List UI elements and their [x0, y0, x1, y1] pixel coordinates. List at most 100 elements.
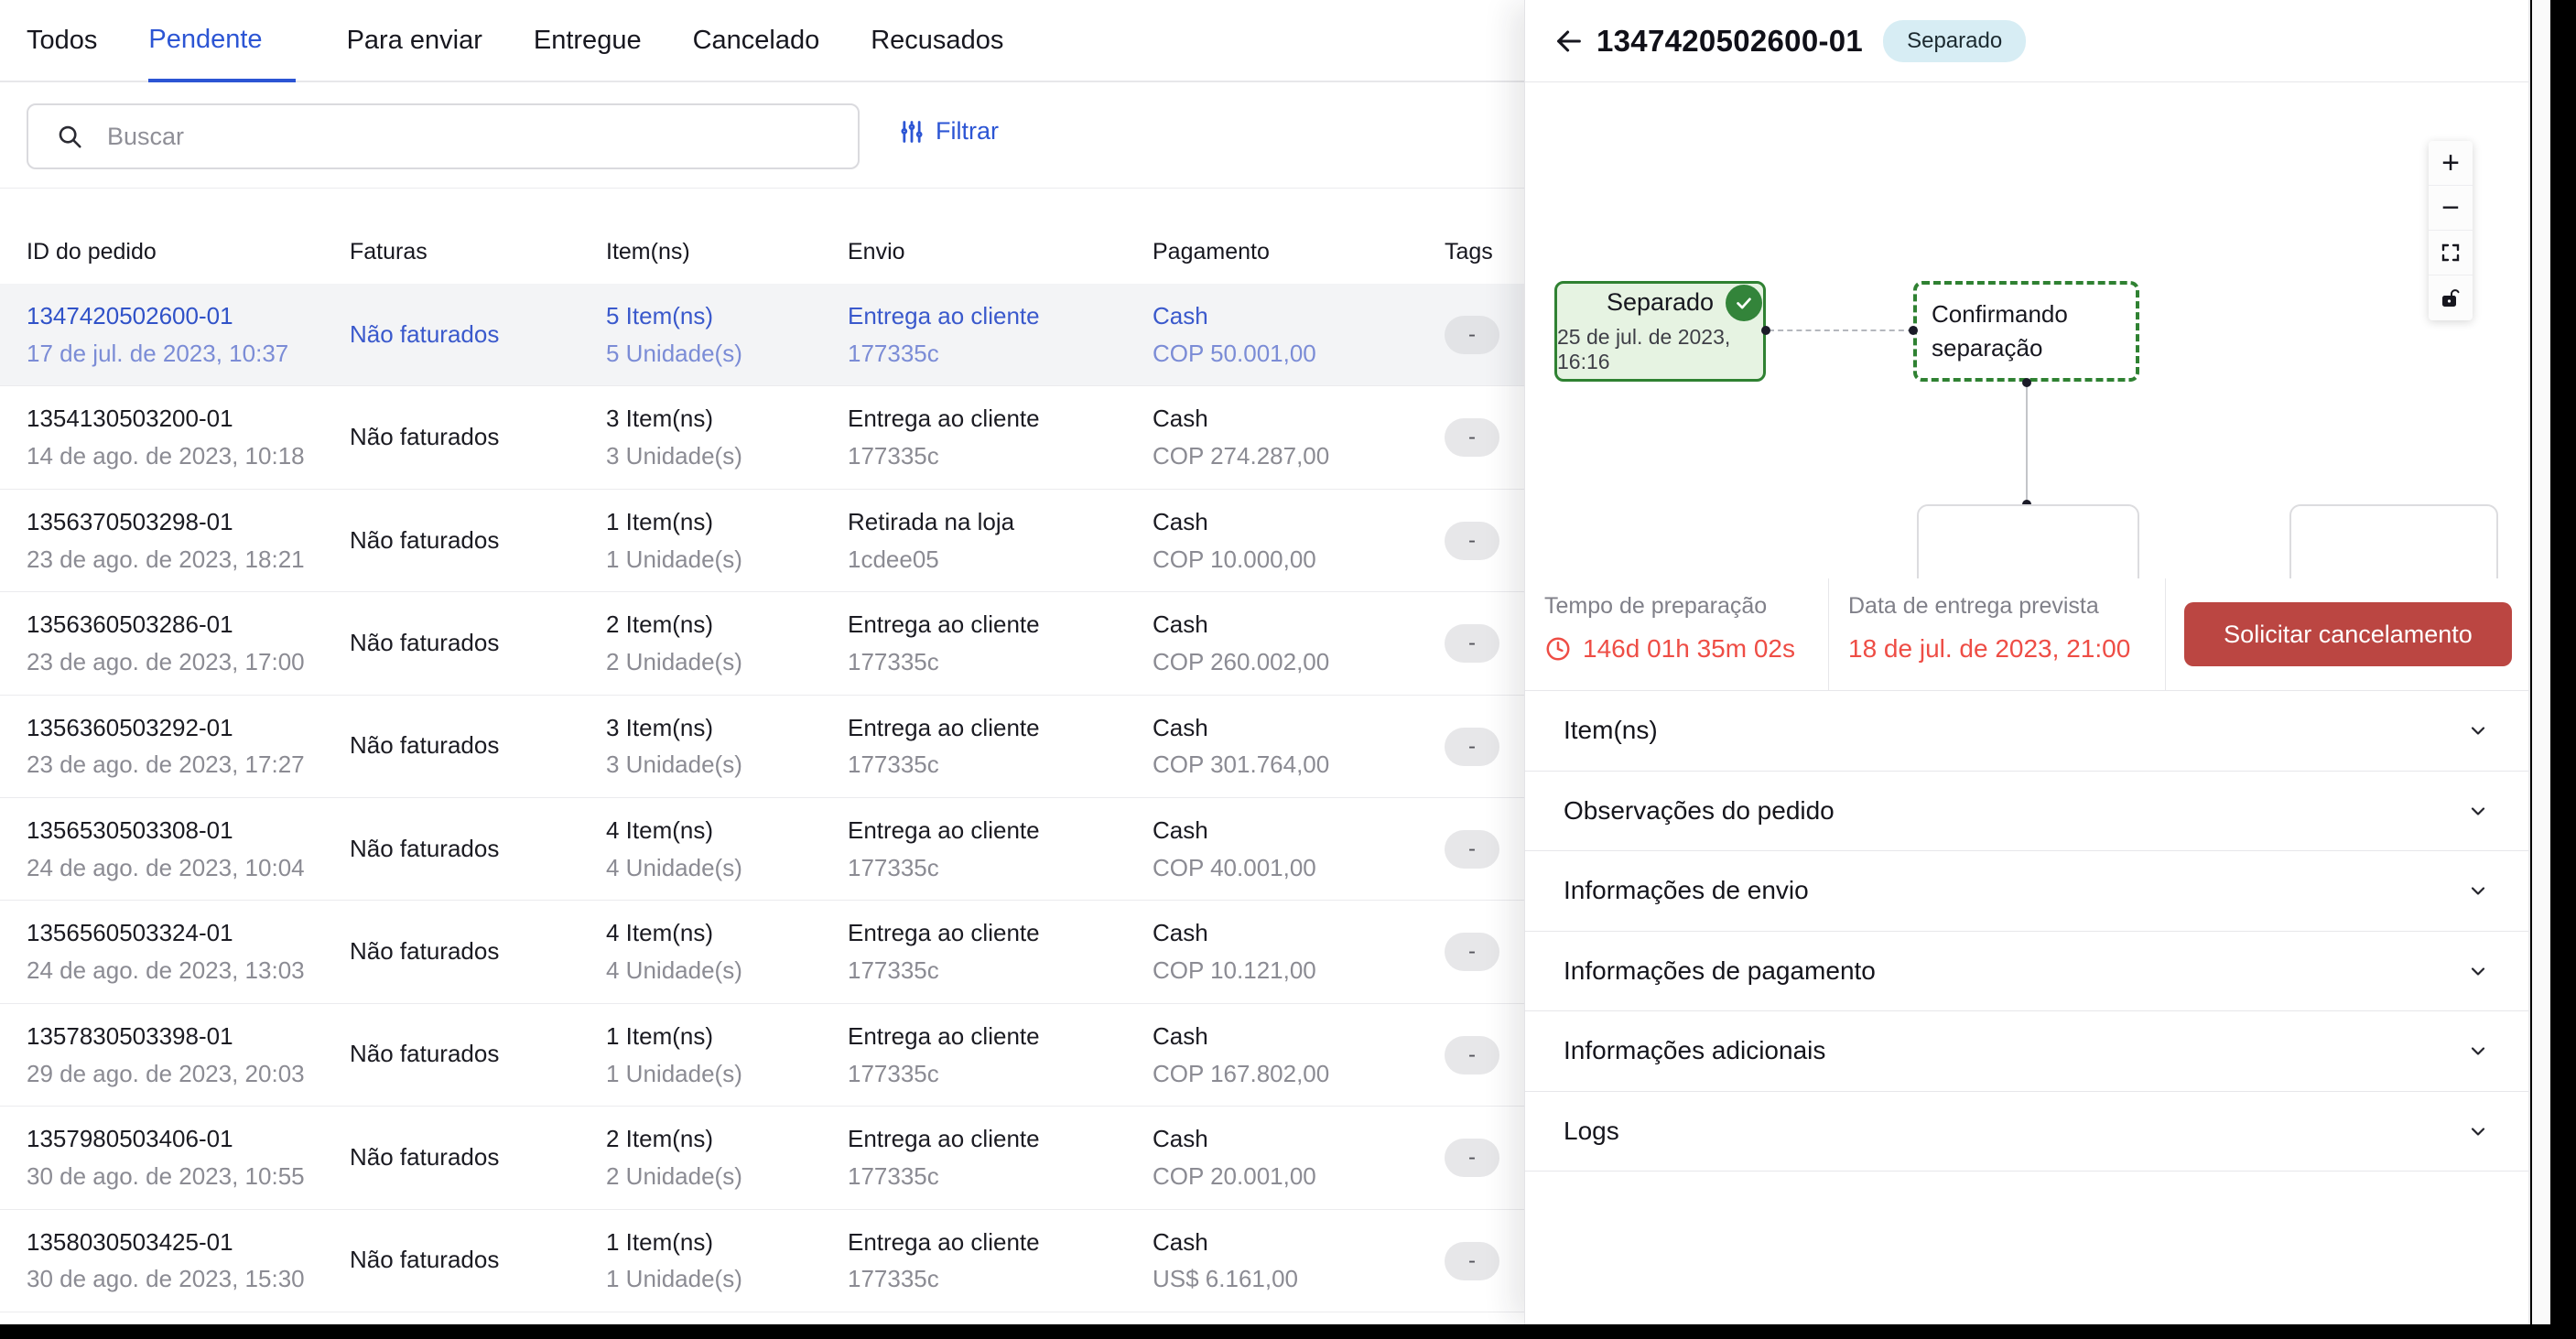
chevron-down-icon	[2467, 800, 2489, 822]
delivery-date-cell: Data de entrega prevista 18 de jul. de 2…	[1829, 578, 2166, 690]
filter-button[interactable]: Filtrar	[899, 117, 999, 146]
window-gutter	[2532, 0, 2550, 1324]
lock-button[interactable]	[2429, 275, 2473, 320]
connector-dot	[1761, 326, 1770, 335]
flow-connector-vertical	[2026, 383, 2028, 503]
table-row[interactable]: 1357980503406-0130 de ago. de 2023, 10:5…	[0, 1107, 1524, 1209]
filter-label: Filtrar	[936, 117, 999, 146]
zoom-out-button[interactable]: −	[2429, 186, 2473, 231]
order-id-link[interactable]: 1356370503298-01	[27, 509, 350, 536]
section-informacoes-de-envio[interactable]: Informações de envio	[1525, 851, 2530, 932]
shipping-method: Entrega ao cliente	[848, 303, 1153, 330]
tag-badge: -	[1445, 624, 1499, 663]
items-count: 1 Item(ns)	[606, 1023, 848, 1051]
check-circle-icon	[1726, 285, 1762, 321]
units-count: 1 Unidade(s)	[606, 1061, 848, 1088]
order-id-link[interactable]: 1354130503200-01	[27, 405, 350, 433]
section-informacoes-de-pagamento[interactable]: Informações de pagamento	[1525, 932, 2530, 1012]
tags-cell: -	[1445, 1107, 1524, 1177]
flow-node-confirmando-separacao[interactable]: Confirmando separação	[1913, 281, 2139, 382]
payment-cell: CashCOP 10.121,00	[1153, 901, 1445, 985]
zoom-in-button[interactable]: +	[2429, 141, 2473, 186]
order-id-link[interactable]: 1357830503398-01	[27, 1023, 350, 1051]
table-row[interactable]: 1356530503308-0124 de ago. de 2023, 10:0…	[0, 798, 1524, 901]
request-cancellation-button[interactable]: Solicitar cancelamento	[2184, 602, 2512, 666]
order-id-link[interactable]: 1356360503286-01	[27, 611, 350, 639]
order-kpi-row: Tempo de preparação 146d 01h 35m 02s Dat…	[1525, 578, 2530, 691]
table-row[interactable]: 1357830503398-0129 de ago. de 2023, 20:0…	[0, 1004, 1524, 1107]
table-row[interactable]: 1356560503324-0124 de ago. de 2023, 13:0…	[0, 901, 1524, 1003]
chevron-down-icon	[2467, 960, 2489, 982]
flow-node-date: 25 de jul. de 2023, 16:16	[1557, 325, 1763, 374]
tag-badge: -	[1445, 830, 1499, 869]
invoices-cell: Não faturados	[350, 321, 606, 349]
screen: Todos Pendente Para enviar Entregue Cancelad…	[0, 0, 2576, 1339]
order-id-link[interactable]: 1356530503308-01	[27, 817, 350, 845]
items-count: 4 Item(ns)	[606, 920, 848, 947]
fit-view-button[interactable]	[2429, 231, 2473, 275]
order-id-link[interactable]: 1356360503292-01	[27, 715, 350, 742]
column-header-envio: Envio	[848, 239, 905, 265]
order-id-link[interactable]: 1357980503406-01	[27, 1126, 350, 1153]
search-box[interactable]	[27, 103, 860, 169]
tags-cell: -	[1445, 284, 1524, 354]
tab-pendente[interactable]: Pendente	[148, 0, 295, 82]
shipping-cell: Entrega ao cliente177335c	[848, 798, 1153, 882]
order-id-link[interactable]: 1358030503425-01	[27, 1229, 350, 1257]
table-row[interactable]: 1358030503425-0130 de ago. de 2023, 15:3…	[0, 1210, 1524, 1312]
tags-cell: -	[1445, 386, 1524, 457]
order-id-cell: 1347420502600-0117 de jul. de 2023, 10:3…	[27, 284, 350, 368]
table-row[interactable]: 1347420502600-0117 de jul. de 2023, 10:3…	[0, 284, 1524, 386]
table-row[interactable]: 1354130503200-0114 de ago. de 2023, 10:1…	[0, 386, 1524, 489]
table-row[interactable]: 1356360503286-01 23 de ago. de 2023, 17:0…	[0, 592, 1524, 695]
invoices-cell: Não faturados	[350, 732, 606, 760]
order-date: 23 de ago. de 2023, 17:00	[27, 649, 350, 676]
section-logs[interactable]: Logs	[1525, 1092, 2530, 1172]
shipping-method: Entrega ao cliente	[848, 715, 1153, 742]
orders-list-panel: Todos Pendente Para enviar Entregue Cancelad…	[0, 0, 1524, 1324]
list-toolbar: Filtrar	[0, 82, 1524, 189]
flow-node-partial[interactable]	[1917, 504, 2139, 578]
flow-node-separado[interactable]: Separado 25 de jul. de 2023, 16:16	[1554, 281, 1766, 382]
order-id-cell: 1358030503425-0130 de ago. de 2023, 15:3…	[27, 1210, 350, 1294]
invoices-cell: Não faturados	[350, 836, 606, 863]
tab-para-enviar[interactable]: Para enviar	[347, 0, 482, 81]
order-date: 23 de ago. de 2023, 17:27	[27, 751, 350, 779]
tags-cell: -	[1445, 798, 1524, 869]
section-informacoes-adicionais[interactable]: Informações adicionais	[1525, 1011, 2530, 1092]
search-icon	[56, 123, 83, 150]
diagram-zoom-controls: + −	[2429, 141, 2473, 320]
shipping-method: Entrega ao cliente	[848, 920, 1153, 947]
invoices-status: Não faturados	[350, 836, 606, 863]
units-count: 3 Unidade(s)	[606, 751, 848, 779]
payment-method: Cash	[1153, 303, 1445, 330]
table-row[interactable]: 1356360503292-01 23 de ago. de 2023, 17:2…	[0, 696, 1524, 798]
section-observacoes-do-pedido[interactable]: Observações do pedido	[1525, 772, 2530, 852]
units-count: 4 Unidade(s)	[606, 855, 848, 882]
column-header-faturas: Faturas	[350, 239, 428, 265]
workflow-diagram[interactable]: Separado 25 de jul. de 2023, 16:16 Confi…	[1525, 82, 2530, 578]
order-id-link[interactable]: 1347420502600-01	[27, 303, 350, 330]
items-cell: 1 Item(ns) 1 Unidade(s)	[606, 1004, 848, 1088]
order-id-link[interactable]: 1356560503324-01	[27, 920, 350, 947]
items-count: 4 Item(ns)	[606, 817, 848, 845]
tab-entregue[interactable]: Entregue	[534, 0, 642, 81]
items-count: 2 Item(ns)	[606, 1126, 848, 1153]
column-header-pagamento: Pagamento	[1153, 239, 1270, 265]
items-cell: 4 Item(ns) 4 Unidade(s)	[606, 798, 848, 882]
payment-amount: COP 260.002,00	[1153, 649, 1445, 676]
tab-recusados[interactable]: Recusados	[871, 0, 1003, 81]
search-input[interactable]	[107, 123, 821, 151]
invoices-cell: Não faturados	[350, 1247, 606, 1274]
section-item-ns[interactable]: Item(ns)	[1525, 691, 2530, 772]
shipping-cell: Entrega ao cliente177335c	[848, 592, 1153, 676]
prep-time-value: 146d 01h 35m 02s	[1583, 634, 1795, 664]
tab-cancelado[interactable]: Cancelado	[693, 0, 820, 81]
back-button[interactable]	[1549, 21, 1589, 61]
tab-todos[interactable]: Todos	[27, 0, 97, 81]
items-cell: 1 Item(ns)1 Unidade(s)	[606, 1210, 848, 1294]
table-row[interactable]: 1356370503298-0123 de ago. de 2023, 18:2…	[0, 490, 1524, 592]
shipping-method: Entrega ao cliente	[848, 1126, 1153, 1153]
flow-node-partial[interactable]	[2289, 504, 2498, 578]
app-window: Todos Pendente Para enviar Entregue Cancelad…	[0, 0, 2530, 1324]
